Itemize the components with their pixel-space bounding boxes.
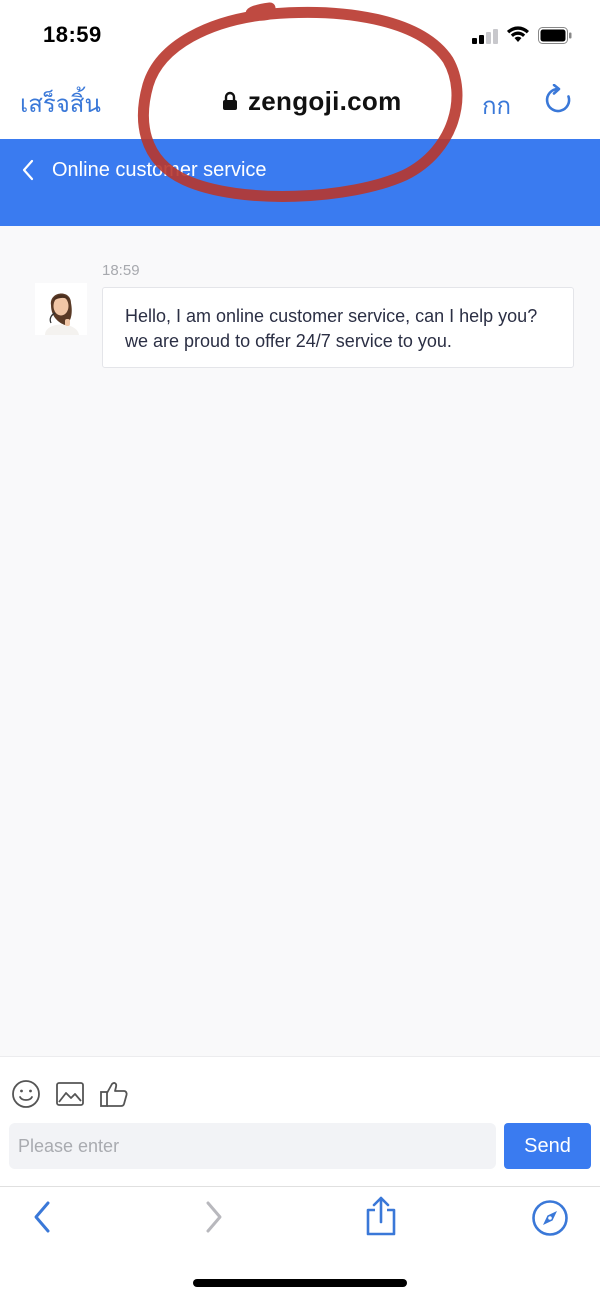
page-title: Online customer service — [52, 159, 267, 181]
agent-avatar — [35, 283, 87, 335]
home-indicator[interactable] — [193, 1279, 407, 1287]
reload-icon[interactable] — [544, 84, 572, 114]
url-text: zengoji.com — [248, 85, 402, 116]
url-field[interactable]: zengoji.com — [222, 86, 402, 116]
message-time: 18:59 — [102, 262, 140, 279]
done-button[interactable]: เสร็จสิ้น — [20, 84, 101, 123]
lock-icon — [223, 91, 237, 110]
text-size-button[interactable]: กก — [482, 86, 511, 125]
composer: Send — [0, 1056, 600, 1186]
browser-address-bar: เสร็จสิ้น zengoji.com กก — [0, 62, 600, 139]
status-time: 18:59 — [43, 22, 102, 47]
cellular-signal-icon — [472, 28, 502, 44]
back-icon[interactable] — [30, 1199, 54, 1235]
compass-icon[interactable] — [531, 1199, 569, 1237]
send-button[interactable]: Send — [504, 1123, 591, 1169]
thumbs-up-icon[interactable] — [99, 1079, 129, 1109]
emoji-icon[interactable] — [11, 1079, 41, 1109]
wifi-icon — [507, 26, 529, 42]
status-bar: 18:59 — [0, 0, 600, 62]
chat-header: Online customer service — [0, 139, 600, 226]
image-icon[interactable] — [55, 1079, 85, 1109]
battery-icon — [538, 27, 572, 44]
message-input[interactable] — [9, 1123, 496, 1169]
share-icon[interactable] — [363, 1195, 399, 1237]
forward-icon[interactable] — [202, 1199, 226, 1235]
message-bubble: Hello, I am online customer service, can… — [102, 287, 574, 368]
chevron-left-icon[interactable] — [20, 159, 36, 181]
chat-messages[interactable]: 18:59 Hello, I am online customer servic… — [0, 226, 600, 1056]
